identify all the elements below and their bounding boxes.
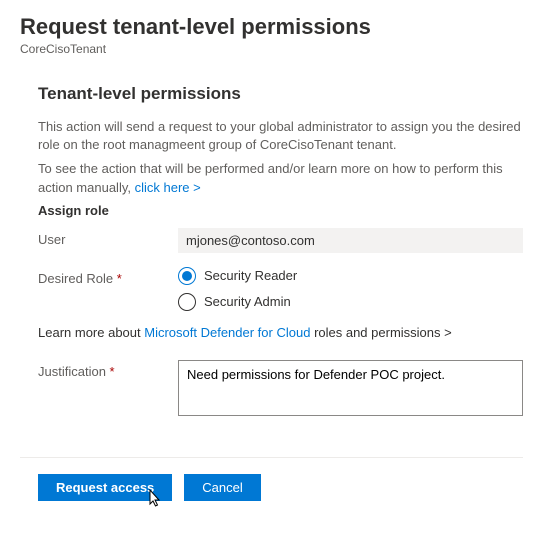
cancel-button[interactable]: Cancel bbox=[184, 474, 260, 501]
role-option-security-reader[interactable]: Security Reader bbox=[178, 267, 523, 285]
user-input bbox=[178, 228, 523, 253]
tenant-name: CoreCisoTenant bbox=[20, 42, 523, 56]
page-title: Request tenant-level permissions bbox=[20, 14, 523, 40]
desired-role-label: Desired Role * bbox=[38, 267, 178, 286]
radio-icon bbox=[178, 293, 196, 311]
user-label: User bbox=[38, 228, 178, 247]
section-heading: Tenant-level permissions bbox=[38, 84, 523, 104]
radio-icon bbox=[178, 267, 196, 285]
role-option-security-admin[interactable]: Security Admin bbox=[178, 293, 523, 311]
description-line-2: To see the action that will be performed… bbox=[38, 160, 523, 196]
learn-more-text: Learn more about Microsoft Defender for … bbox=[38, 325, 523, 340]
justification-label: Justification * bbox=[38, 360, 178, 379]
justification-textarea[interactable] bbox=[178, 360, 523, 416]
assign-role-label: Assign role bbox=[38, 203, 523, 218]
click-here-link[interactable]: click here > bbox=[135, 180, 201, 195]
request-access-button[interactable]: Request access bbox=[38, 474, 172, 501]
description-line-1: This action will send a request to your … bbox=[38, 118, 523, 154]
learn-more-link[interactable]: Microsoft Defender for Cloud bbox=[144, 325, 314, 340]
